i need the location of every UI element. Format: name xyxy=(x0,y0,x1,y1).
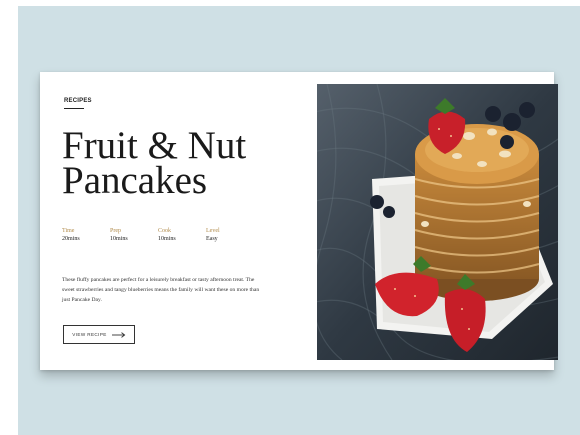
meta-cook-label: Cook xyxy=(158,228,172,234)
meta-time-label: Time xyxy=(62,228,75,234)
arrow-right-icon xyxy=(111,331,126,338)
recipe-card: RECIPES Fruit & Nut Pancakes Time 20mins… xyxy=(40,72,558,370)
category-label: RECIPES xyxy=(64,98,92,109)
view-recipe-button[interactable]: VIEW RECIPE xyxy=(63,325,135,344)
recipe-title-line-1: Fruit & Nut xyxy=(62,124,247,167)
meta-cook-value: 10mins xyxy=(158,236,176,242)
meta-cook: Cook 10mins xyxy=(158,228,206,242)
meta-prep: Prep 10mins xyxy=(110,228,158,242)
meta-level: Level Easy xyxy=(206,228,254,242)
meta-time: Time 20mins xyxy=(62,228,110,242)
meta-level-label: Level xyxy=(206,228,220,234)
recipe-title-line-2: Pancakes xyxy=(62,159,208,202)
meta-prep-value: 10mins xyxy=(110,236,128,242)
recipe-title: Fruit & Nut Pancakes xyxy=(62,124,322,202)
recipe-meta: Time 20mins Prep 10mins Cook 10mins Leve… xyxy=(62,228,254,242)
meta-prep-label: Prep xyxy=(110,228,121,234)
meta-time-value: 20mins xyxy=(62,236,80,242)
view-recipe-button-label: VIEW RECIPE xyxy=(72,332,107,337)
recipe-description: These fluffy pancakes are perfect for a … xyxy=(62,276,260,303)
pancakes-photo xyxy=(317,84,558,360)
meta-level-value: Easy xyxy=(206,236,218,242)
